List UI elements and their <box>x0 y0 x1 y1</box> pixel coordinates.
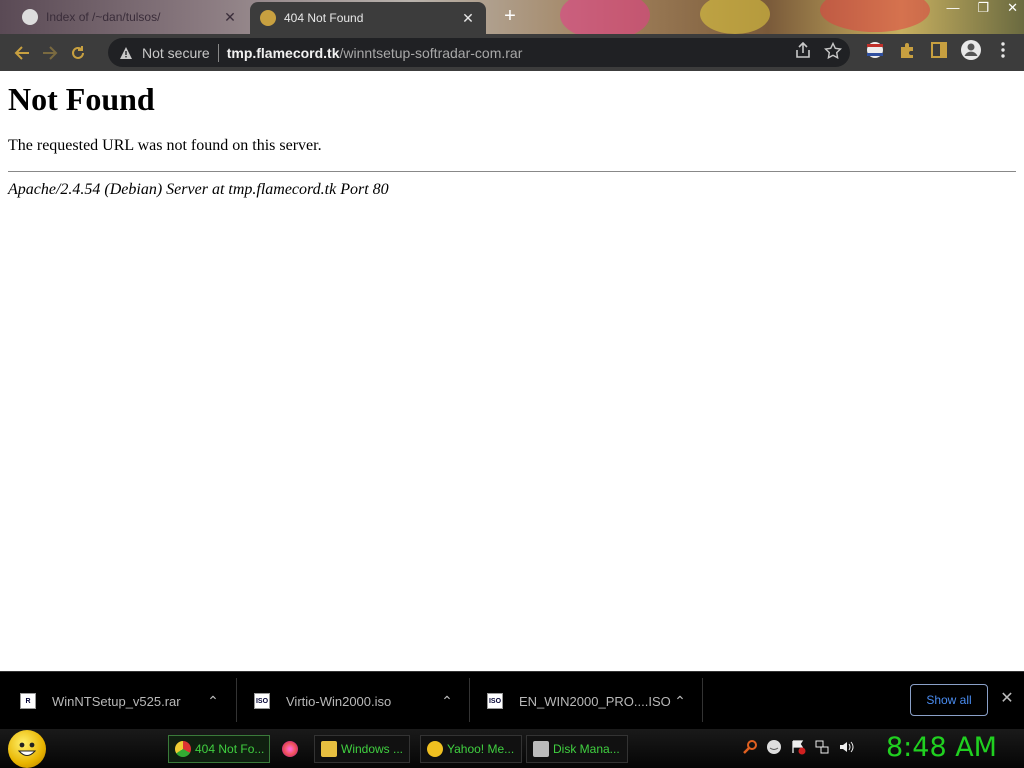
share-icon[interactable] <box>794 42 812 60</box>
system-tray <box>742 739 854 755</box>
browser-toolbar: Not secure tmp.flamecord.tk /winntsetup-… <box>0 34 1024 71</box>
iso-file-icon: ISO <box>487 693 503 709</box>
wallpaper-splash <box>560 0 650 34</box>
taskbar: 404 Not Fo... Windows ... Yahoo! Me... D… <box>0 729 1024 768</box>
reload-button[interactable] <box>64 39 92 67</box>
taskbar-item-label: 404 Not Fo... <box>195 742 265 756</box>
firefox-icon <box>282 741 298 757</box>
download-filename: Virtio-Win2000.iso <box>286 693 392 709</box>
tab-strip: Index of /~dan/tulsos/ ✕ 404 Not Found ✕… <box>0 0 1024 34</box>
wallpaper-splash <box>700 0 770 34</box>
omnibox-actions <box>794 42 842 60</box>
tab-404-not-found[interactable]: 404 Not Found ✕ <box>250 2 486 34</box>
download-shelf: R WinNTSetup_v525.rar ⌃ ISO Virtio-Win20… <box>0 671 1024 729</box>
error-message: The requested URL was not found on this … <box>8 137 322 154</box>
rar-file-icon: R <box>20 693 36 709</box>
forward-button[interactable] <box>36 39 64 67</box>
chevron-up-icon[interactable]: ⌃ <box>206 693 220 710</box>
download-filename: WinNTSetup_v525.rar <box>52 693 181 709</box>
close-tab-icon[interactable]: ✕ <box>460 10 476 26</box>
download-divider <box>469 678 470 722</box>
start-button[interactable] <box>8 730 46 768</box>
chevron-up-icon[interactable]: ⌃ <box>673 693 687 710</box>
disk-management-icon <box>533 741 549 757</box>
wallpaper-splash <box>820 0 930 32</box>
bookmark-star-icon[interactable] <box>824 42 842 60</box>
download-item[interactable]: ISO EN_WIN2000_PRO....ISO ⌃ <box>487 672 697 730</box>
url-host: tmp.flamecord.tk <box>226 44 340 61</box>
volume-icon[interactable] <box>838 739 854 755</box>
yahoo-messenger-icon <box>427 741 443 757</box>
close-icon[interactable]: ✕ <box>998 690 1016 708</box>
address-bar[interactable]: Not secure tmp.flamecord.tk /winntsetup-… <box>108 38 850 67</box>
extensions-area <box>864 39 1014 61</box>
omnibox-divider <box>217 43 219 62</box>
tab-title: 404 Not Found <box>284 11 364 25</box>
tab-title: Index of /~dan/tulsos/ <box>46 10 161 24</box>
side-panel-icon[interactable] <box>928 39 950 61</box>
network-icon[interactable] <box>814 739 830 755</box>
taskbar-item-disk-management[interactable]: Disk Mana... <box>526 735 628 763</box>
extension-flag-icon[interactable] <box>864 39 886 61</box>
menu-kebab-icon[interactable] <box>992 39 1014 61</box>
search-icon[interactable] <box>742 739 758 755</box>
download-item[interactable]: R WinNTSetup_v525.rar ⌃ <box>20 672 230 730</box>
folder-icon <box>321 741 337 757</box>
back-button[interactable] <box>8 39 36 67</box>
page-heading: Not Found <box>8 81 155 117</box>
url-path: /winntsetup-softradar-com.rar <box>339 44 523 61</box>
close-tab-icon[interactable]: ✕ <box>222 9 238 25</box>
taskbar-item-label: Disk Mana... <box>553 742 620 756</box>
download-divider <box>702 678 703 722</box>
page-favicon-icon <box>260 10 276 26</box>
taskbar-item-windows-explorer[interactable]: Windows ... <box>314 735 410 763</box>
download-filename: EN_WIN2000_PRO....ISO <box>519 693 671 709</box>
smiley-icon <box>17 742 37 756</box>
taskbar-item-firefox[interactable] <box>276 735 308 763</box>
iso-file-icon: ISO <box>254 693 270 709</box>
security-status-label[interactable]: Not secure <box>142 45 210 61</box>
reload-icon <box>72 45 84 59</box>
chrome-icon <box>175 741 191 757</box>
show-all-button[interactable]: Show all <box>910 684 988 716</box>
server-signature: Apache/2.4.54 (Debian) Server at tmp.fla… <box>8 181 389 198</box>
taskbar-clock[interactable]: 8:48 AM <box>886 732 997 763</box>
minimize-icon[interactable]: — <box>946 0 959 20</box>
action-center-flag-icon[interactable] <box>790 739 806 755</box>
page-content: Not Found The requested URL was not foun… <box>0 71 1024 671</box>
download-divider <box>236 678 237 722</box>
arrow-left-icon <box>14 45 29 60</box>
page-favicon-icon <box>22 9 38 25</box>
chevron-up-icon[interactable]: ⌃ <box>440 693 454 710</box>
new-tab-button[interactable]: + <box>498 4 522 28</box>
divider <box>8 171 1016 172</box>
tab-index-of[interactable]: Index of /~dan/tulsos/ ✕ <box>12 0 248 34</box>
arrow-right-icon <box>43 45 58 60</box>
taskbar-item-label: Windows ... <box>341 742 404 756</box>
profile-avatar-icon[interactable] <box>960 39 982 61</box>
window-controls: — ❐ ✕ <box>946 0 1018 20</box>
messenger-status-icon[interactable] <box>766 739 782 755</box>
taskbar-item-label: Yahoo! Me... <box>447 742 515 756</box>
warning-icon[interactable] <box>118 45 134 61</box>
extensions-puzzle-icon[interactable] <box>896 39 918 61</box>
taskbar-item-yahoo-messenger[interactable]: Yahoo! Me... <box>420 735 522 763</box>
restore-icon[interactable]: ❐ <box>977 0 989 20</box>
taskbar-item-chrome[interactable]: 404 Not Fo... <box>168 735 270 763</box>
close-window-icon[interactable]: ✕ <box>1007 0 1018 20</box>
download-item[interactable]: ISO Virtio-Win2000.iso ⌃ <box>254 672 464 730</box>
